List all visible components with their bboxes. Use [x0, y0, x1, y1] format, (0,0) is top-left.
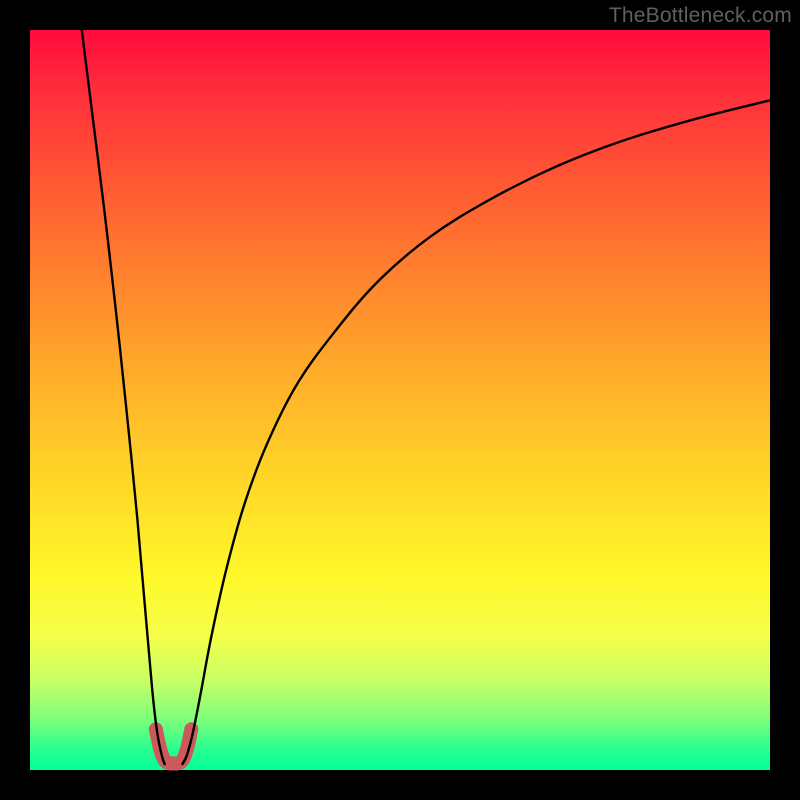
plot-area: [30, 30, 770, 770]
curve-layer: [30, 30, 770, 770]
watermark-text: TheBottleneck.com: [609, 4, 792, 28]
curve-left-branch: [82, 30, 165, 764]
curve-right-branch: [182, 100, 770, 764]
chart-frame: TheBottleneck.com: [0, 0, 800, 800]
